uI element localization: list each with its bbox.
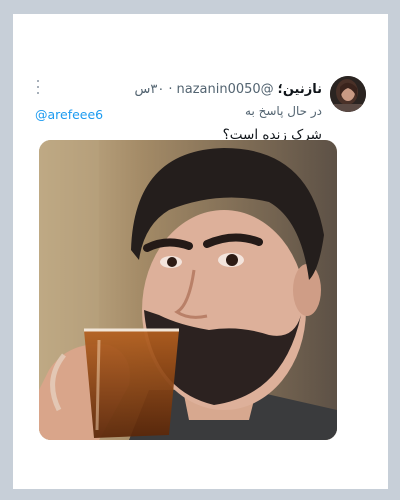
tweet-header: نازنین؛ @nazanin0050 · ۳۰س [135, 82, 323, 97]
reply-context: در حال پاسخ به [245, 104, 322, 118]
avatar[interactable] [330, 76, 366, 112]
tweet-photo[interactable] [39, 140, 337, 440]
reply-to-handle[interactable]: @arefeee6 [35, 107, 103, 122]
user-handle[interactable]: @nazanin0050 [176, 82, 273, 97]
tweet-card[interactable]: نازنین؛ @nazanin0050 · ۳۰س در حال پاسخ ب… [13, 14, 388, 489]
separator-dot: · [168, 82, 173, 97]
timestamp[interactable]: ۳۰س [135, 82, 165, 97]
display-name[interactable]: نازنین؛ [278, 82, 322, 97]
more-options-icon[interactable] [35, 80, 41, 94]
